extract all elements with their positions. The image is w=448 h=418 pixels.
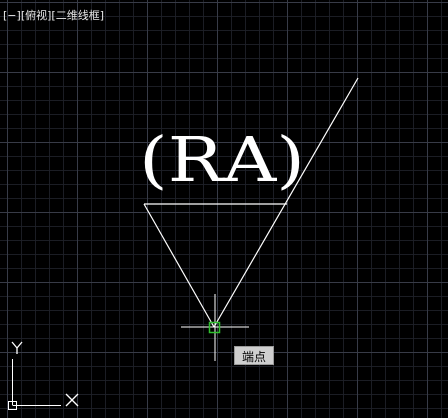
ucs-y-label-icon	[11, 341, 23, 354]
diagonal-line[interactable]	[213, 77, 359, 328]
triangle-left-edge[interactable]	[143, 203, 215, 328]
model-space-viewport[interactable]: [−][俯视][二维线框] (RA) 端点	[0, 0, 448, 418]
ucs-icon	[8, 341, 79, 410]
snap-tooltip: 端点	[234, 346, 275, 365]
ra-text-object[interactable]: (RA)	[139, 123, 305, 196]
drawing-canvas[interactable]: (RA)	[0, 0, 448, 418]
ucs-x-label-icon	[65, 393, 79, 407]
